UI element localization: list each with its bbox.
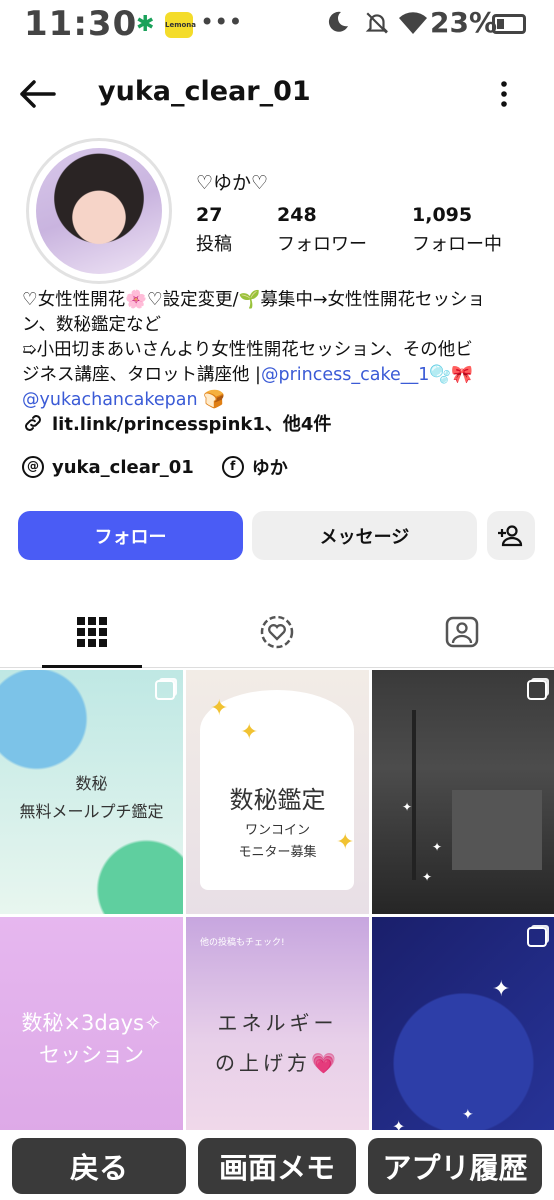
stat-label: 投稿 xyxy=(196,234,232,255)
post-text: 無料メールプチ鑑定 xyxy=(19,802,164,821)
carousel-icon xyxy=(527,927,547,947)
stat-posts[interactable]: 27 投稿 xyxy=(196,204,232,256)
back-button[interactable]: 戻る xyxy=(12,1138,186,1194)
wifi-icon xyxy=(399,12,427,34)
utility-pole xyxy=(412,710,416,880)
sparkle-icon: ✦ xyxy=(210,696,229,721)
sparkle-icon: ✦ xyxy=(492,977,511,1002)
bio-emoji: 🍞 xyxy=(203,390,225,410)
sparkle-icon: ✦ xyxy=(462,1107,474,1123)
bio-emoji: 🫧🎀 xyxy=(429,365,473,385)
message-button[interactable]: メッセージ xyxy=(252,511,477,560)
avatar[interactable] xyxy=(36,148,162,274)
profile-header: yuka_clear_01 xyxy=(0,66,554,122)
profile-bio: ♡女性性開花🌸♡設定変更/🌱募集中→女性性開花セッショ ン、数秘鑑定など ➯小田… xyxy=(22,288,542,413)
sparkle-icon: ✦ xyxy=(402,800,413,814)
post-thumbnail[interactable]: 数秘無料メールプチ鑑定 xyxy=(0,670,183,914)
carousel-icon xyxy=(155,680,175,700)
bell-off-icon xyxy=(365,12,389,34)
clover-icon: ✱ xyxy=(136,12,155,37)
facebook-icon: f xyxy=(221,456,244,478)
post-thumbnail[interactable]: 数秘×3days✧ セッション xyxy=(0,917,183,1161)
add-user-button[interactable] xyxy=(487,511,535,560)
dnd-moon-icon xyxy=(328,11,348,32)
stat-value: 1,095 xyxy=(412,204,473,226)
post-thumbnail[interactable]: ✦ ✦ ✦ xyxy=(372,917,554,1161)
header-username: yuka_clear_01 xyxy=(98,76,311,107)
tab-posts-grid[interactable] xyxy=(42,598,142,668)
stat-following[interactable]: 1,095 フォロー中 xyxy=(412,204,502,256)
post-thumbnail[interactable]: ✦ ✦ ✦ xyxy=(372,670,554,914)
facebook-name[interactable]: ゆか xyxy=(252,454,288,480)
stat-label: フォロー中 xyxy=(412,234,502,255)
grid-icon xyxy=(77,617,107,647)
post-text: ワンコイン xyxy=(244,823,310,838)
battery-icon xyxy=(492,14,526,34)
carousel-icon xyxy=(527,680,547,700)
link-text: lit.link/princesspink1、他4件 xyxy=(52,414,332,435)
external-link[interactable]: lit.link/princesspink1、他4件 xyxy=(22,410,331,436)
sparkle-icon: ✦ xyxy=(432,840,443,854)
stat-value: 248 xyxy=(277,204,317,226)
stat-value: 27 xyxy=(196,204,223,226)
bottom-system-bar: 戻る 画面メモ アプリ履歴 xyxy=(0,1130,554,1200)
sparkle-icon: ✦ xyxy=(240,720,259,745)
posts-grid: 数秘無料メールプチ鑑定 ✦ ✦ ✦ 数秘鑑定 ワンコインモニター募集 ✦ ✦ ✦… xyxy=(0,670,554,1161)
post-text: セッション xyxy=(39,1043,144,1067)
lemona-app-icon: Lemona xyxy=(165,12,196,38)
more-notifications-icon: ••• xyxy=(200,8,243,36)
post-text: エネルギー xyxy=(217,1011,338,1035)
post-text: の上げ方💗 xyxy=(215,1051,340,1075)
bio-text: ジネス講座、タロット講座他 | xyxy=(22,365,261,385)
add-person-icon xyxy=(498,524,523,546)
status-bar: 11:30 ✱ Lemona ••• 23% xyxy=(0,0,554,50)
post-text: 他の投稿もチェック! xyxy=(200,938,285,948)
follow-button[interactable]: フォロー xyxy=(18,511,243,560)
mention-link[interactable]: @princess_cake__1 xyxy=(261,365,429,385)
post-text: 数秘×3days✧ xyxy=(21,1011,162,1035)
tab-tagged[interactable] xyxy=(412,598,512,666)
bio-line: ♡女性性開花🌸♡設定変更/🌱募集中→女性性開花セッショ xyxy=(22,290,486,310)
bio-line: ➯小田切まあいさんより女性性開花セッション、その他ビ xyxy=(22,340,473,360)
mention-link[interactable]: @yukachancakepan xyxy=(22,390,198,410)
bio-line: ジネス講座、タロット講座他 |@princess_cake__1🫧🎀 xyxy=(22,363,542,388)
post-thumbnail[interactable]: 他の投稿もチェック! エネルギー の上げ方💗 xyxy=(186,917,369,1161)
bio-line: ン、数秘鑑定など xyxy=(22,315,161,335)
more-options-icon[interactable] xyxy=(494,78,514,110)
threads-icon: @ xyxy=(22,456,44,478)
threads-handle[interactable]: yuka_clear_01 xyxy=(52,457,194,478)
screen-memo-button[interactable]: 画面メモ xyxy=(198,1138,356,1194)
app-history-button[interactable]: アプリ履歴 xyxy=(368,1138,542,1194)
stat-followers[interactable]: 248 フォロワー xyxy=(277,204,367,256)
house-silhouette xyxy=(452,790,542,870)
status-time: 11:30 xyxy=(24,4,138,44)
stat-label: フォロワー xyxy=(277,234,367,255)
heart-circle-icon xyxy=(260,615,294,649)
battery-percent: 23% xyxy=(430,6,498,39)
post-text: 数秘 xyxy=(75,774,108,793)
back-arrow-icon[interactable] xyxy=(18,78,56,110)
sparkle-icon: ✦ xyxy=(422,870,433,884)
display-name: ♡ゆか♡ xyxy=(196,172,269,194)
post-thumbnail[interactable]: ✦ ✦ ✦ 数秘鑑定 ワンコイン モニター募集 xyxy=(186,670,369,914)
tagged-person-icon xyxy=(445,616,479,648)
post-text: モニター募集 xyxy=(238,845,317,860)
profile-tabs xyxy=(0,598,554,668)
tab-reposts[interactable] xyxy=(227,598,327,666)
link-icon xyxy=(25,415,41,431)
post-text: 数秘鑑定 xyxy=(229,786,326,814)
social-links: @ yuka_clear_01 f ゆか xyxy=(22,454,288,480)
